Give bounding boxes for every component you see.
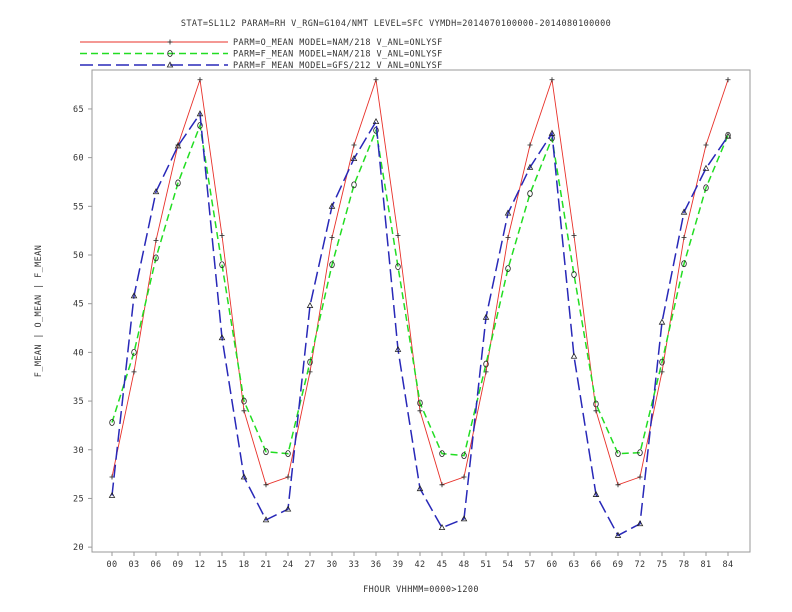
x-tick-label: 21 [260,560,271,570]
data-point-triangle [306,302,314,309]
x-tick-label: 15 [216,560,227,570]
data-point-plus [637,474,643,480]
y-tick-label: 50 [73,251,84,261]
data-point-plus [681,234,687,240]
y-tick-label: 35 [73,397,84,407]
x-tick-label: 42 [414,560,425,570]
legend-label: PARM=F_MEAN MODEL=NAM/218 V_ANL=ONLYSF [233,50,443,60]
y-tick-label: 30 [73,446,84,456]
series-line [111,111,729,537]
x-tick-label: 75 [656,560,667,570]
x-tick-label: 48 [458,560,469,570]
chart-title: STAT=SL1L2 PARAM=RH V_RGN=G104/NMT LEVEL… [181,19,611,29]
y-tick-label: 55 [73,202,84,212]
data-point-plus [417,408,423,414]
data-point-plus [219,233,225,239]
data-point-plus [351,142,357,148]
y-axis-label: F_MEAN | O_MEAN | F_MEAN [34,245,44,377]
x-axis-label: FHOUR VHHMM=0000>1200 [363,585,479,595]
x-tick-label: 57 [524,560,535,570]
x-tick-label: 06 [150,560,161,570]
y-tick-label: 20 [73,543,84,553]
data-point-plus [615,482,621,488]
data-point-plus [395,233,401,239]
y-tick-label: 45 [73,300,84,310]
y-tick-label: 60 [73,154,84,164]
x-tick-label: 63 [568,560,579,570]
x-tick-label: 78 [678,560,689,570]
x-tick-label: 30 [326,560,337,570]
data-point-plus [505,234,511,240]
x-tick-label: 12 [194,560,205,570]
y-tick-label: 40 [73,348,84,358]
x-tick-label: 36 [370,560,381,570]
data-point-plus [329,234,335,240]
x-tick-label: 51 [480,560,491,570]
x-tick-label: 60 [546,560,557,570]
data-point-plus [703,142,709,148]
x-tick-label: 18 [238,560,249,570]
x-tick-label: 81 [700,560,711,570]
x-tick-label: 66 [590,560,601,570]
data-point-plus [263,482,269,488]
y-tick-label: 65 [73,105,84,115]
data-point-plus [549,77,555,83]
data-point-plus [725,77,731,83]
data-point-plus [571,233,577,239]
data-point-plus [527,142,533,148]
data-point-plus [285,474,291,480]
legend-label: PARM=O_MEAN MODEL=NAM/218 V_ANL=ONLYSF [233,38,443,48]
legend: PARM=O_MEAN MODEL=NAM/218 V_ANL=ONLYSF PA… [80,38,443,71]
chart-figure: STAT=SL1L2 PARAM=RH V_RGN=G104/NMT LEVEL… [34,19,751,595]
data-point-plus [131,369,137,375]
data-point-plus [373,77,379,83]
data-point-plus [153,237,159,243]
data-point-plus [241,408,247,414]
data-point-plus [461,474,467,480]
x-tick-label: 27 [304,560,315,570]
data-point-diamond [615,450,621,458]
data-point-plus [197,77,203,83]
data-point-triangle [570,352,578,359]
x-tick-label: 24 [282,560,293,570]
data-point-triangle [658,318,666,325]
y-tick-label: 25 [73,494,84,504]
x-tick-label: 72 [634,560,645,570]
x-tick-label: 84 [722,560,733,570]
data-point-plus [167,39,173,45]
axes: 20 25 30 35 40 45 50 55 60 65 00 03 06 09 12 15 18 21 24 27… [73,105,733,570]
series-line [111,79,729,486]
x-tick-label: 69 [612,560,623,570]
plot-area [91,69,751,553]
x-tick-label: 00 [106,560,117,570]
x-tick-label: 03 [128,560,139,570]
x-tick-label: 39 [392,560,403,570]
x-tick-label: 45 [436,560,447,570]
series-group [108,77,732,538]
data-point-plus [439,482,445,488]
series-3 [108,110,732,538]
x-tick-label: 33 [348,560,359,570]
x-tick-label: 54 [502,560,513,570]
x-tick-label: 09 [172,560,183,570]
